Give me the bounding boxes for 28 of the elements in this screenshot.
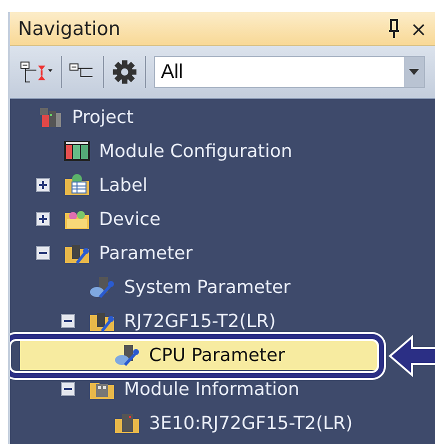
wrench-module-icon: [113, 343, 141, 367]
collapse-toggle-icon[interactable]: [61, 314, 75, 328]
tree-item[interactable]: Project: [20, 102, 385, 132]
panel-title: Navigation: [18, 18, 122, 40]
folder-table-icon: [63, 173, 91, 197]
expand-toggle-icon[interactable]: [36, 212, 50, 226]
collapse-toggle-icon[interactable]: [36, 246, 50, 260]
tree-item[interactable]: System Parameter: [20, 272, 385, 302]
settings-icon[interactable]: [112, 58, 137, 86]
collapse-tree-icon[interactable]: [20, 59, 53, 85]
project-icon: [38, 105, 64, 129]
collapse-toggle-icon[interactable]: [61, 382, 75, 396]
tree-item[interactable]: Module Information: [20, 374, 385, 404]
tree-item[interactable]: Parameter: [20, 238, 385, 268]
tree-item[interactable]: RJ72GF15-T2(LR): [20, 306, 385, 336]
tree-item[interactable]: Label: [20, 170, 385, 200]
module-icon: [113, 411, 141, 435]
filter-dropdown[interactable]: All: [154, 56, 426, 88]
expand-toggle-icon[interactable]: [36, 178, 50, 192]
tree-item[interactable]: 3E10:RJ72GF15-T2(LR): [20, 408, 385, 438]
tree-item[interactable]: Device: [20, 204, 385, 234]
wrench-module-icon: [88, 275, 116, 299]
pin-icon[interactable]: [388, 18, 400, 38]
module-configuration-icon: [63, 139, 91, 163]
tree-item[interactable]: Module Configuration: [20, 136, 385, 166]
pointer-arrow: [387, 334, 435, 378]
dropdown-arrow-icon: [409, 69, 420, 75]
close-button[interactable]: ×: [410, 16, 427, 40]
